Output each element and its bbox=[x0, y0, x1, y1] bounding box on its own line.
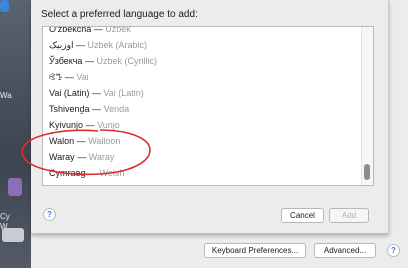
language-native-name: Wolaytta bbox=[49, 184, 84, 185]
background-app-icon bbox=[8, 178, 22, 196]
language-native-name: اوزبیک bbox=[49, 40, 74, 50]
help-button[interactable]: ? bbox=[43, 208, 56, 221]
language-row[interactable]: Wolaytta — Wolaytta bbox=[43, 181, 361, 185]
language-separator: — bbox=[88, 168, 98, 178]
language-row[interactable]: ꕙꔤ — Vai bbox=[43, 69, 361, 85]
language-native-name: O'zbekcha bbox=[49, 26, 92, 34]
language-row[interactable]: Kyivunjo — Vunjo bbox=[43, 117, 361, 133]
language-row[interactable]: Ўзбекча — Uzbek (Cyrillic) bbox=[43, 53, 361, 69]
language-row[interactable]: O'zbekcha — Uzbek bbox=[43, 26, 361, 37]
advanced-button[interactable]: Advanced... bbox=[314, 243, 376, 258]
sheet-title: Select a preferred language to add: bbox=[41, 9, 198, 20]
language-english-name: Welsh bbox=[99, 168, 125, 178]
finder-icon bbox=[0, 0, 9, 12]
language-separator: — bbox=[86, 184, 95, 185]
language-native-name: Vai (Latin) bbox=[49, 88, 90, 98]
language-english-name: Walloon bbox=[88, 136, 121, 146]
language-english-name: Uzbek (Cyrillic) bbox=[96, 56, 157, 66]
language-native-name: Walon bbox=[49, 136, 75, 146]
language-native-name: ꕙꔤ bbox=[49, 72, 63, 82]
language-separator: — bbox=[77, 152, 87, 162]
help-button[interactable]: ? bbox=[387, 244, 400, 257]
language-separator: — bbox=[64, 72, 74, 82]
language-english-name: Uzbek bbox=[105, 26, 131, 34]
language-english-name: Vai bbox=[76, 72, 89, 82]
language-native-name: Cymraeg bbox=[49, 168, 86, 178]
language-separator: — bbox=[85, 120, 95, 130]
background-text-fragment: Cy bbox=[0, 212, 10, 221]
language-native-name: Kyivunjo bbox=[49, 120, 84, 130]
language-english-name: Uzbek (Arabic) bbox=[87, 40, 148, 50]
language-separator: — bbox=[84, 56, 94, 66]
language-english-name: Wolaytta bbox=[98, 184, 133, 185]
language-english-name: Waray bbox=[88, 152, 115, 162]
cancel-button[interactable]: Cancel bbox=[281, 208, 324, 223]
language-list[interactable]: O'zbekcha — Uzbek اوزبیک — Uzbek (Arabic)… bbox=[42, 26, 374, 186]
language-native-name: Ўзбекча bbox=[49, 56, 83, 66]
language-separator: — bbox=[92, 104, 102, 114]
language-row[interactable]: Vai (Latin) — Vai (Latin) bbox=[43, 85, 361, 101]
language-row[interactable]: Waray — Waray bbox=[43, 149, 361, 165]
language-separator: — bbox=[76, 136, 86, 146]
scrollbar-thumb[interactable] bbox=[364, 164, 370, 180]
language-english-name: Vunjo bbox=[97, 120, 120, 130]
language-region-window: Keyboard Preferences... Advanced... ? bbox=[31, 235, 408, 268]
background-text-fragment: Wa bbox=[0, 91, 12, 100]
language-row[interactable]: Cymraeg — Welsh bbox=[43, 165, 361, 181]
language-row[interactable]: Walon — Walloon bbox=[43, 133, 361, 149]
add-button[interactable]: Add bbox=[329, 208, 369, 223]
scrollbar[interactable] bbox=[361, 27, 373, 185]
language-row[interactable]: اوزبیک — Uzbek (Arabic) bbox=[43, 37, 361, 53]
add-language-sheet: Select a preferred language to add: O'zb… bbox=[31, 0, 389, 234]
language-native-name: Tshivenḓa bbox=[49, 104, 90, 114]
language-english-name: Venda bbox=[103, 104, 130, 114]
language-separator: — bbox=[91, 88, 101, 98]
language-native-name: Waray bbox=[49, 152, 75, 162]
keyboard-preferences-button[interactable]: Keyboard Preferences... bbox=[204, 243, 306, 258]
language-row[interactable]: Tshivenḓa — Venda bbox=[43, 101, 361, 117]
language-english-name: Vai (Latin) bbox=[103, 88, 144, 98]
background-text-fragment: W bbox=[0, 222, 8, 231]
background-window-strip: Wa Cy W bbox=[0, 0, 31, 268]
language-separator: — bbox=[93, 26, 103, 34]
language-separator: — bbox=[75, 40, 85, 50]
